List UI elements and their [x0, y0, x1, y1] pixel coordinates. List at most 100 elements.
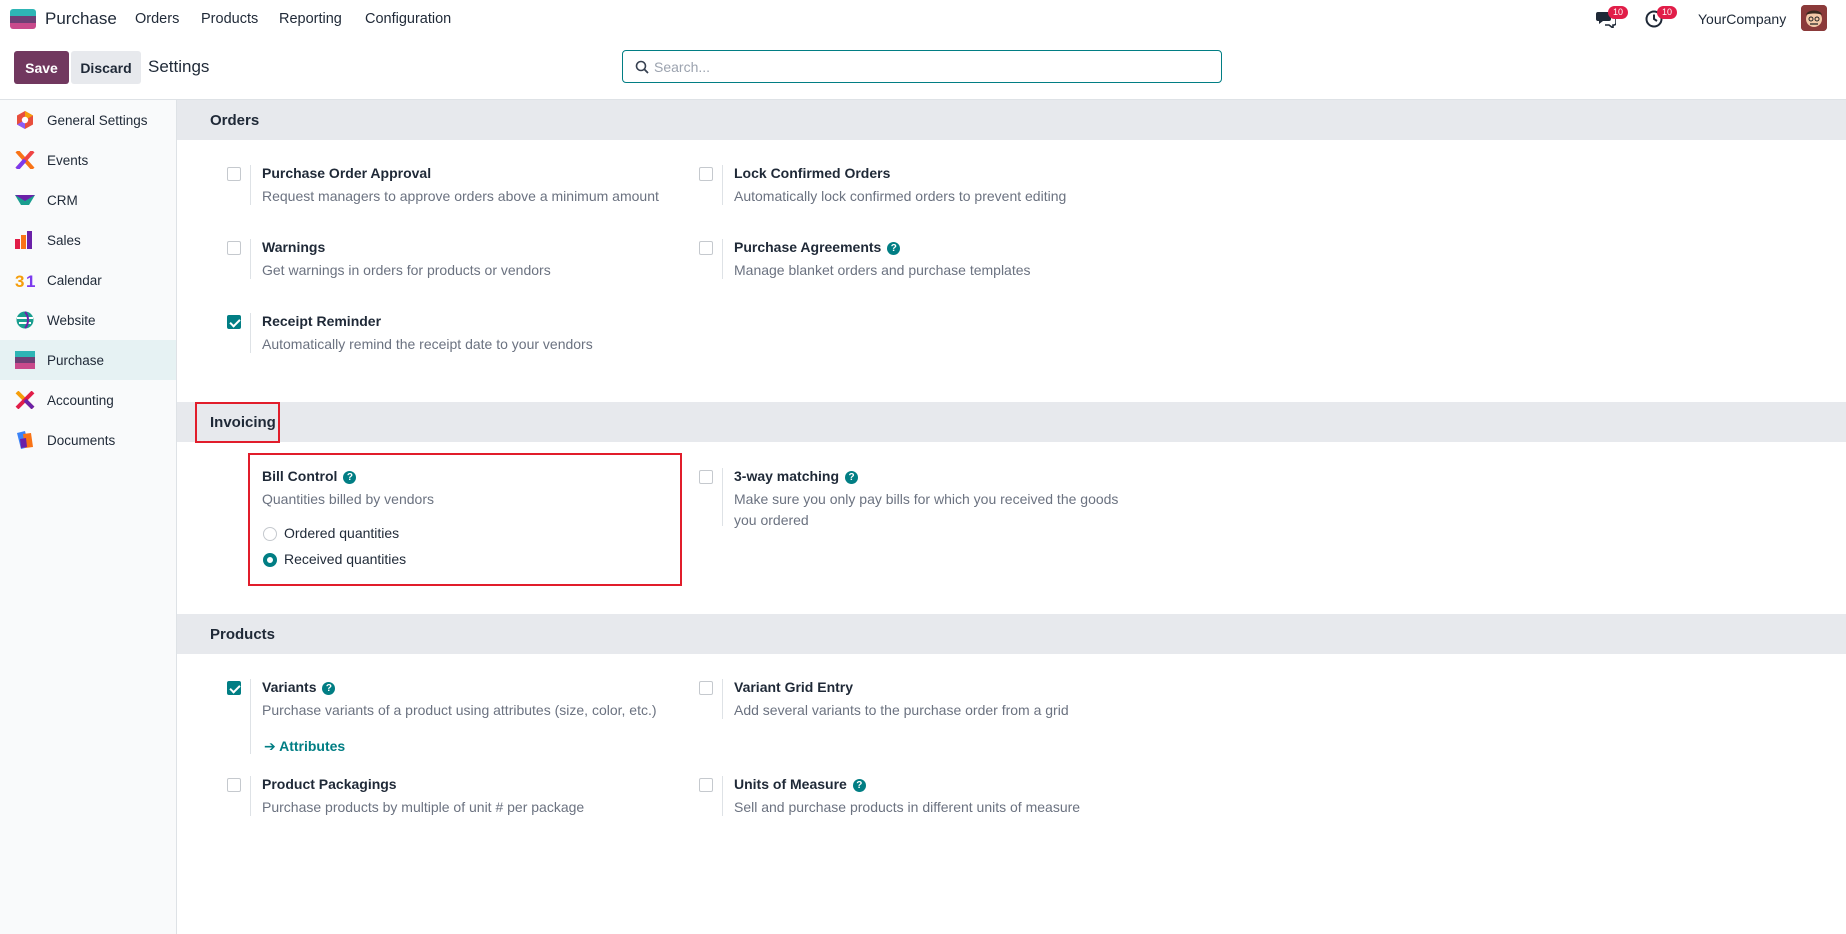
attributes-link-label: Attributes — [279, 738, 346, 754]
units-of-measure-checkbox[interactable] — [699, 778, 713, 792]
ordered-quantities-label[interactable]: Ordered quantities — [284, 525, 399, 541]
receipt-reminder-checkbox[interactable] — [227, 315, 241, 329]
setting-title: Units of Measure? — [734, 776, 866, 792]
setting-title: Purchase Order Approval — [262, 165, 432, 181]
setting-title: Receipt Reminder — [262, 313, 382, 329]
attributes-link[interactable]: ➔ Attributes — [264, 738, 345, 755]
search-input[interactable] — [654, 57, 1204, 77]
divider — [250, 776, 251, 816]
setting-title-text: Purchase Agreements — [734, 239, 882, 255]
svg-text:1: 1 — [26, 272, 35, 289]
sidebar-item-website[interactable]: Website — [0, 300, 176, 340]
search-icon — [635, 60, 649, 74]
svg-text:3: 3 — [15, 272, 24, 289]
company-switcher[interactable]: YourCompany — [1698, 11, 1786, 27]
setting-title: Bill Control? — [262, 468, 357, 484]
save-button[interactable]: Save — [14, 51, 69, 84]
setting-title-text: Variants — [262, 679, 317, 695]
setting-description: Manage blanket orders and purchase templ… — [734, 262, 1031, 278]
sidebar-item-calendar[interactable]: 3 1 Calendar — [0, 260, 176, 300]
lock-confirmed-orders-checkbox[interactable] — [699, 167, 713, 181]
user-avatar[interactable] — [1801, 5, 1827, 31]
control-panel: Save Discard Settings — [0, 38, 1846, 100]
documents-icon — [17, 431, 33, 449]
sidebar-item-crm[interactable]: CRM — [0, 180, 176, 220]
variants-checkbox[interactable] — [227, 681, 241, 695]
purchase-app-icon[interactable] — [10, 9, 36, 29]
setting-title-text: Bill Control — [262, 468, 338, 484]
setting-title: Variants? — [262, 679, 336, 695]
section-header-orders: Orders — [177, 100, 1846, 140]
sidebar-item-label: Sales — [47, 232, 81, 248]
3-way-matching-checkbox[interactable] — [699, 470, 713, 484]
section-title-orders: Orders — [210, 112, 260, 129]
purchase-icon — [15, 351, 35, 369]
help-icon[interactable]: ? — [322, 682, 336, 695]
setting-description: Sell and purchase products in different … — [734, 799, 1081, 815]
warnings-checkbox[interactable] — [227, 241, 241, 255]
sidebar-item-label: Purchase — [47, 352, 105, 368]
sidebar-item-label: Accounting — [47, 392, 114, 408]
sidebar-item-purchase[interactable]: Purchase — [0, 340, 176, 380]
general-settings-icon — [17, 111, 33, 129]
received-quantities-radio[interactable] — [263, 553, 277, 567]
divider — [250, 239, 251, 279]
section-header-invoicing: Invoicing — [177, 402, 1846, 442]
help-icon[interactable]: ? — [852, 779, 866, 792]
section-header-products: Products — [177, 614, 1846, 654]
settings-sidebar: General Settings Events CRM Sales 3 1 Ca… — [0, 100, 177, 934]
setting-title-text: 3-way matching — [734, 468, 840, 484]
sidebar-item-label: Events — [47, 152, 89, 168]
app-name[interactable]: Purchase — [45, 9, 117, 29]
divider — [250, 313, 251, 353]
divider — [722, 239, 723, 279]
help-icon[interactable]: ? — [887, 242, 901, 255]
menu-orders[interactable]: Orders — [135, 11, 179, 27]
setting-description: Add several variants to the purchase ord… — [734, 702, 1069, 718]
sidebar-item-label: Calendar — [47, 272, 102, 288]
menu-reporting[interactable]: Reporting — [279, 11, 342, 27]
setting-description: Purchase variants of a product using att… — [262, 702, 657, 718]
help-icon[interactable]: ? — [845, 471, 859, 484]
sidebar-item-label: Website — [47, 312, 96, 328]
variant-grid-entry-checkbox[interactable] — [699, 681, 713, 695]
setting-title: 3-way matching? — [734, 468, 859, 484]
setting-description: Automatically lock confirmed orders to p… — [734, 188, 1067, 204]
sidebar-item-label: CRM — [47, 192, 78, 208]
setting-title: Variant Grid Entry — [734, 679, 854, 695]
purchase-order-approval-checkbox[interactable] — [227, 167, 241, 181]
sidebar-item-events[interactable]: Events — [0, 140, 176, 180]
menu-products[interactable]: Products — [201, 11, 258, 27]
divider — [722, 776, 723, 816]
sidebar-item-label: General Settings — [47, 112, 148, 128]
messages-button[interactable]: 10 — [1596, 6, 1629, 30]
divider — [250, 679, 251, 754]
search-box[interactable] — [622, 50, 1222, 83]
purchase-agreements-checkbox[interactable] — [699, 241, 713, 255]
sidebar-item-accounting[interactable]: Accounting — [0, 380, 176, 420]
top-navbar: Purchase Orders Products Reporting Confi… — [0, 0, 1846, 38]
events-icon — [15, 151, 35, 169]
settings-main: Orders Purchase Order Approval Request m… — [177, 100, 1846, 934]
breadcrumb: Settings — [148, 57, 210, 76]
sidebar-item-sales[interactable]: Sales — [0, 220, 176, 260]
help-icon[interactable]: ? — [343, 471, 357, 484]
section-title-products: Products — [210, 626, 276, 643]
website-icon — [16, 311, 34, 329]
section-title-invoicing: Invoicing — [210, 414, 276, 431]
ordered-quantities-radio[interactable] — [263, 527, 277, 541]
sidebar-item-label: Documents — [47, 432, 116, 448]
setting-title: Product Packagings — [262, 776, 397, 792]
received-quantities-label[interactable]: Received quantities — [284, 551, 406, 567]
activities-button[interactable]: 10 — [1645, 6, 1678, 30]
divider — [722, 679, 723, 719]
setting-description: Quantities billed by vendors — [262, 491, 434, 507]
messages-badge: 10 — [1608, 6, 1629, 19]
product-packagings-checkbox[interactable] — [227, 778, 241, 792]
setting-description: Automatically remind the receipt date to… — [262, 336, 593, 352]
discard-button[interactable]: Discard — [71, 51, 141, 84]
divider — [722, 165, 723, 205]
sidebar-item-general-settings[interactable]: General Settings — [0, 100, 176, 140]
menu-configuration[interactable]: Configuration — [365, 11, 451, 27]
sidebar-item-documents[interactable]: Documents — [0, 420, 176, 460]
